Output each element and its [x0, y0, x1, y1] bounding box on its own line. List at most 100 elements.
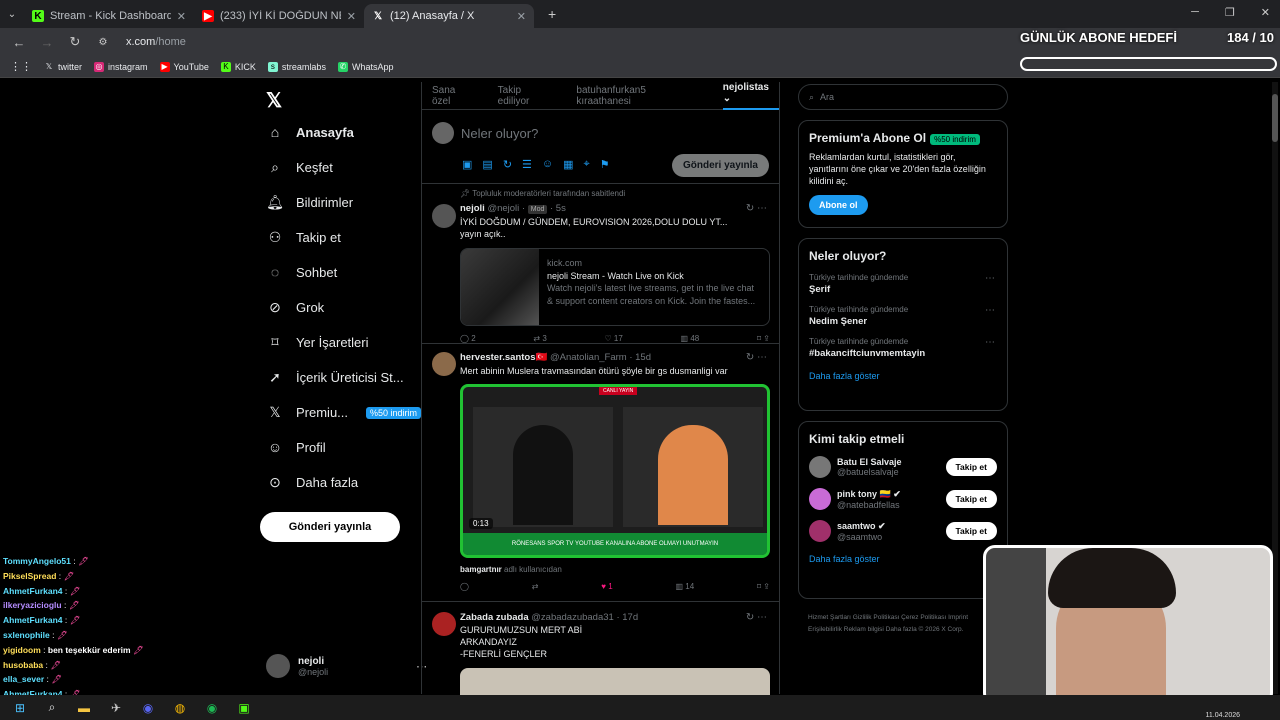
- views-button[interactable]: ▥ 48: [681, 334, 700, 343]
- repost-button[interactable]: ⇄ 3: [533, 334, 546, 343]
- nav-home[interactable]: ⌂ Anasayfa: [266, 124, 354, 140]
- minimize-icon[interactable]: ─: [1191, 6, 1199, 19]
- nav-grok[interactable]: ⊘ Grok: [266, 299, 324, 316]
- avatar[interactable]: [432, 612, 456, 636]
- windows-start-icon[interactable]: ⊞: [8, 698, 32, 718]
- trend-item[interactable]: Türkiye tarihinde gündemde #bakanciftciun…: [809, 337, 997, 359]
- app-icon[interactable]: ✈: [104, 698, 128, 718]
- schedule-icon[interactable]: ▦: [563, 158, 573, 171]
- post-image[interactable]: [460, 668, 770, 698]
- follow-button[interactable]: Takip et: [945, 522, 997, 540]
- reply-button[interactable]: ◯ 2: [460, 334, 476, 343]
- avatar[interactable]: [432, 204, 456, 228]
- nav-more[interactable]: ⊙ Daha fazla: [266, 474, 358, 491]
- gif-icon[interactable]: ▤: [482, 158, 492, 171]
- more-icon[interactable]: ⋯: [985, 337, 995, 348]
- maximize-icon[interactable]: ❐: [1225, 6, 1235, 19]
- more-icon[interactable]: ⋯: [985, 273, 995, 284]
- follow-suggestion[interactable]: Batu El Salvaje @batuelsalvaje Takip et: [809, 456, 997, 478]
- close-icon[interactable]: ✕: [177, 10, 186, 23]
- footer-links[interactable]: Hizmet Şartları Gizlilik Politikası Çere…: [808, 612, 988, 636]
- new-tab-button[interactable]: +: [548, 6, 556, 22]
- bookmark-whatsapp[interactable]: ✆ WhatsApp: [337, 61, 393, 72]
- kick-icon[interactable]: ▣: [232, 698, 256, 718]
- views-button[interactable]: ▥ 14: [675, 582, 694, 591]
- nav-follow[interactable]: ⚇ Takip et: [266, 229, 341, 246]
- forward-icon[interactable]: →: [38, 35, 56, 50]
- bookmark-twitter[interactable]: 𝕏twitter: [44, 62, 82, 72]
- reply-button[interactable]: ◯: [460, 582, 469, 591]
- tab-nejolistas[interactable]: nejolistas ⌄: [722, 82, 780, 110]
- bookmark-youtube[interactable]: ▶ YouTube: [159, 61, 209, 72]
- back-icon[interactable]: ←: [10, 35, 28, 50]
- subscribe-button[interactable]: Abone ol: [809, 195, 868, 215]
- more-icon[interactable]: ⋯: [985, 305, 995, 316]
- reload-icon[interactable]: ↻: [66, 34, 84, 50]
- close-window-icon[interactable]: ✕: [1261, 6, 1270, 19]
- compose-post-button[interactable]: Gönderi yayınla: [671, 154, 769, 177]
- close-icon[interactable]: ✕: [517, 10, 526, 23]
- trend-item[interactable]: Türkiye tarihinde gündemde Nedim Şener ⋯: [809, 305, 997, 327]
- site-info-icon[interactable]: ⚙: [94, 37, 112, 48]
- more-icon[interactable]: ↻ ⋯: [746, 352, 767, 363]
- like-button[interactable]: ♡ 17: [605, 334, 623, 343]
- more-icon[interactable]: ↻ ⋯: [746, 612, 767, 623]
- grok-icon[interactable]: ↻: [503, 158, 512, 171]
- close-icon[interactable]: ✕: [347, 10, 356, 23]
- url-field[interactable]: x.com/home: [126, 36, 186, 48]
- tab-youtube[interactable]: ▶ (233) İYİ Kİ DOĞDUN NECOİ - Y ✕: [194, 4, 364, 28]
- tab-for-you[interactable]: Sana özel: [432, 85, 476, 107]
- location-icon[interactable]: ⌖: [584, 158, 590, 171]
- tab-following[interactable]: Takip ediliyor: [498, 85, 555, 107]
- video-player[interactable]: CANLI YAYIN 0:13 RÖNESANS SPOR TV YOUTUB…: [460, 384, 770, 558]
- chrome-icon[interactable]: ◍: [168, 698, 192, 718]
- kick-icon: K: [32, 10, 44, 22]
- tab-x-home[interactable]: 𝕏 (12) Anasayfa / X ✕: [364, 4, 534, 28]
- nav-chat[interactable]: ◌ Sohbet: [266, 264, 337, 280]
- repost-button[interactable]: ⇄: [532, 582, 539, 591]
- nav-premium[interactable]: 𝕏 Premiu... %50 indirim: [266, 404, 422, 421]
- follow-button[interactable]: Takip et: [945, 490, 997, 508]
- tab-community-kiraathanesi[interactable]: batuhanfurkan5 kıraathanesi: [576, 85, 700, 107]
- follow-suggestion[interactable]: pink tony 🇨🇴 ✔ @natebadfellas Takip et: [809, 488, 997, 510]
- flag-icon[interactable]: ⚑: [600, 158, 610, 171]
- show-more-link[interactable]: Daha fazla göster: [809, 371, 997, 381]
- post-text-only[interactable]: Zabada zubada @zabadazubada31 · 17d ↻ ⋯ …: [422, 602, 779, 702]
- show-more-link[interactable]: Daha fazla göster: [809, 554, 997, 564]
- follow-suggestion[interactable]: saamtwo ✔ @saamtwo Takip et: [809, 520, 997, 542]
- poll-icon[interactable]: ☰: [522, 158, 532, 171]
- tab-list-button[interactable]: ⌄: [0, 9, 24, 20]
- more-icon[interactable]: ↻ ⋯: [746, 203, 767, 214]
- image-icon[interactable]: ▣: [462, 158, 472, 171]
- search-input[interactable]: ⌕ Ara: [798, 84, 1008, 110]
- link-card[interactable]: kick.com nejoli Stream - Watch Live on K…: [460, 248, 770, 326]
- file-explorer-icon[interactable]: ▬: [72, 698, 96, 718]
- nav-profile[interactable]: ☺ Profil: [266, 439, 326, 455]
- apps-icon[interactable]: ⋮⋮: [10, 60, 32, 73]
- nav-bookmarks[interactable]: ⌑ Yer İşaretleri: [266, 334, 368, 351]
- discord-icon[interactable]: ◉: [136, 698, 160, 718]
- account-switcher[interactable]: nejoli @nejoli ⋯: [266, 654, 427, 678]
- bookmark-kick[interactable]: K KICK: [220, 61, 256, 72]
- like-button[interactable]: ♥ 1: [601, 582, 612, 591]
- spotify-icon[interactable]: ◉: [200, 698, 224, 718]
- tab-kick-dashboard[interactable]: K Stream - Kick Dashboard ✕: [24, 4, 194, 28]
- post-video[interactable]: hervester.santos🇹🇷 @Anatolian_Farm · 15d…: [422, 344, 779, 602]
- post-pinned[interactable]: 📌︎ Topluluk moderatörleri tarafından sab…: [422, 184, 779, 344]
- trends-box: Neler oluyor? Türkiye tarihinde gündemde…: [798, 238, 1008, 411]
- bookmark-streamlabs[interactable]: s streamlabs: [267, 61, 326, 72]
- bookmark-icon[interactable]: ⌑ ⇪: [757, 334, 770, 343]
- x-logo-icon[interactable]: 𝕏: [266, 88, 282, 113]
- bookmark-icon[interactable]: ⌑ ⇪: [757, 582, 770, 591]
- emoji-icon[interactable]: ☺: [542, 158, 553, 171]
- nav-notifications[interactable]: 🔔︎ Bildirimler: [266, 194, 353, 211]
- trend-item[interactable]: Türkiye tarihinde gündemde Şerif ⋯: [809, 273, 997, 295]
- post-button[interactable]: Gönderi yayınla: [260, 512, 400, 542]
- bookmark-instagram[interactable]: ◎ instagram: [94, 61, 148, 72]
- follow-button[interactable]: Takip et: [945, 458, 997, 476]
- avatar[interactable]: [432, 352, 456, 376]
- compose-input[interactable]: Neler oluyor?: [461, 126, 538, 141]
- nav-explore[interactable]: ⌕ Keşfet: [266, 159, 333, 176]
- search-icon[interactable]: ⌕: [40, 698, 64, 718]
- nav-creator-studio[interactable]: ➚ İçerik Üreticisi St...: [266, 369, 404, 386]
